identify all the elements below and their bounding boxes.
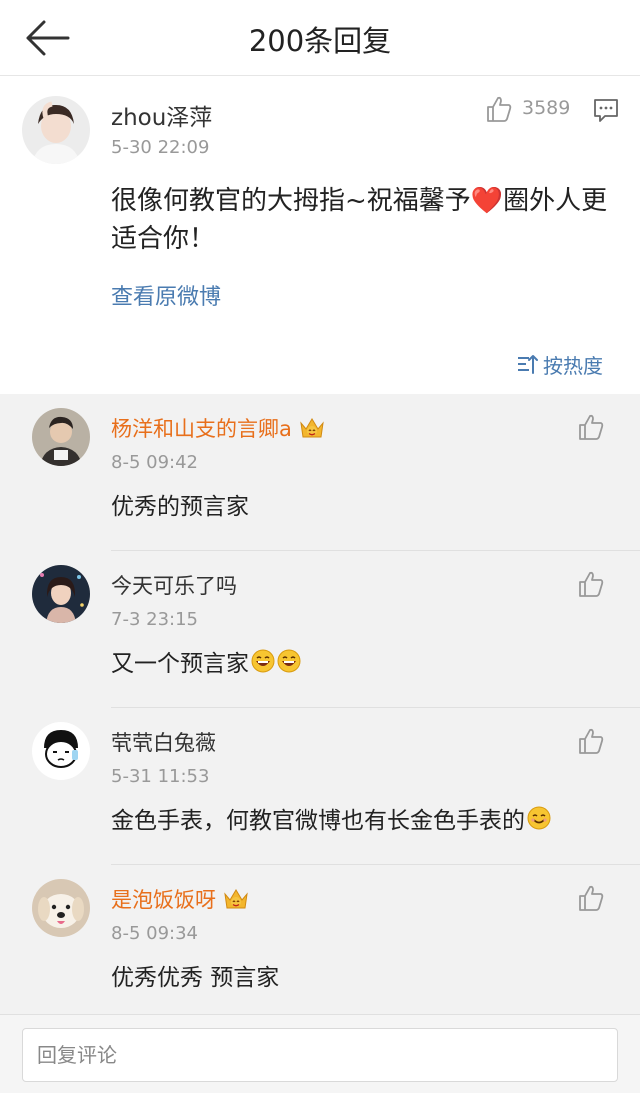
list-item: 杨洋和山支的言卿a 8-5 09:42 优秀的预言家 [0, 394, 640, 551]
smiling-emoji-icon [527, 806, 551, 830]
reply-time: 5-31 11:53 [111, 766, 210, 787]
reply-user-name[interactable]: 是泡饭饭呀 [111, 884, 250, 914]
avatar[interactable] [22, 96, 90, 164]
reply-user-name-text: 是泡饭饭呀 [111, 888, 216, 912]
reply-button[interactable] [593, 97, 619, 123]
thumbs-up-icon [579, 571, 604, 597]
vip-crown-icon [224, 889, 248, 909]
reply-time: 8-5 09:42 [111, 452, 198, 473]
reply-user-name[interactable]: 茕茕白兔薇 [111, 727, 216, 757]
reply-text: 又一个预言家 [111, 644, 301, 678]
avatar[interactable] [32, 879, 90, 937]
sort-button[interactable]: 按热度 [516, 350, 603, 378]
user-avatar-icon [32, 408, 90, 466]
avatar[interactable] [32, 565, 90, 623]
top-bar: 200条回复 [0, 0, 640, 76]
reply-time: 7-3 23:15 [111, 609, 198, 630]
comment-text-part1: 很像何教官的大拇指~祝福馨予 [111, 186, 471, 216]
comment-time: 5-30 22:09 [111, 137, 210, 158]
list-item: 今天可乐了吗 7-3 23:15 又一个预言家 [0, 551, 640, 708]
reply-text-content: 优秀的预言家 [111, 494, 249, 520]
view-original-link[interactable]: 查看原微博 [111, 279, 221, 311]
user-avatar-icon [32, 565, 90, 623]
reply-bar [0, 1014, 640, 1093]
reply-user-name[interactable]: 今天可乐了吗 [111, 570, 237, 600]
reply-text: 金色手表，何教官微博也有长金色手表的 [111, 801, 551, 835]
page-title: 200条回复 [248, 24, 392, 58]
like-button[interactable] [576, 883, 606, 913]
reply-text-content: 金色手表，何教官微博也有长金色手表的 [111, 808, 525, 834]
thumbs-up-icon [487, 96, 512, 122]
reply-text-content: 又一个预言家 [111, 651, 249, 677]
list-item: 茕茕白兔薇 5-31 11:53 金色手表，何教官微博也有长金色手表的 [0, 708, 640, 865]
like-count: 3589 [522, 97, 571, 119]
laughing-emoji-icon [251, 649, 275, 673]
like-button[interactable] [576, 569, 606, 599]
main-comment: zhou泽萍 5-30 22:09 3589 很像何教官的大拇指~祝福馨予❤️圈… [0, 76, 640, 394]
user-name[interactable]: zhou泽萍 [111, 98, 212, 132]
sort-icon [518, 355, 538, 374]
reply-user-name[interactable]: 杨洋和山支的言卿a [111, 413, 326, 443]
thumbs-up-icon [579, 414, 604, 440]
reply-time: 8-5 09:34 [111, 923, 198, 944]
like-button[interactable] [576, 412, 606, 442]
sort-label: 按热度 [543, 353, 603, 378]
thumbs-up-icon [579, 885, 604, 911]
vip-crown-icon [300, 418, 324, 438]
avatar[interactable] [32, 408, 90, 466]
reply-list: 杨洋和山支的言卿a 8-5 09:42 优秀的预言家 今天可乐了吗 7-3 23… [0, 394, 640, 1014]
laughing-emoji-icon [277, 649, 301, 673]
reply-input[interactable] [22, 1028, 618, 1082]
reply-user-name-text: 杨洋和山支的言卿a [111, 417, 292, 441]
user-avatar-icon [32, 722, 90, 780]
heart-emoji: ❤️ [470, 186, 504, 216]
comment-icon [594, 99, 618, 122]
thumbs-up-icon [579, 728, 604, 754]
reply-text: 优秀的预言家 [111, 487, 249, 521]
like-button[interactable] [484, 94, 514, 124]
reply-user-name-text: 茕茕白兔薇 [111, 731, 216, 755]
like-button[interactable] [576, 726, 606, 756]
user-avatar-icon [22, 96, 90, 164]
reply-text: 优秀优秀 预言家 [111, 958, 279, 992]
comment-text: 很像何教官的大拇指~祝福馨予❤️圈外人更适合你！ [111, 182, 611, 258]
avatar[interactable] [32, 722, 90, 780]
reply-text-content: 优秀优秀 预言家 [111, 965, 280, 991]
list-item: 是泡饭饭呀 8-5 09:34 优秀优秀 预言家 [0, 865, 640, 1014]
user-avatar-icon [32, 879, 90, 937]
reply-user-name-text: 今天可乐了吗 [111, 574, 237, 598]
